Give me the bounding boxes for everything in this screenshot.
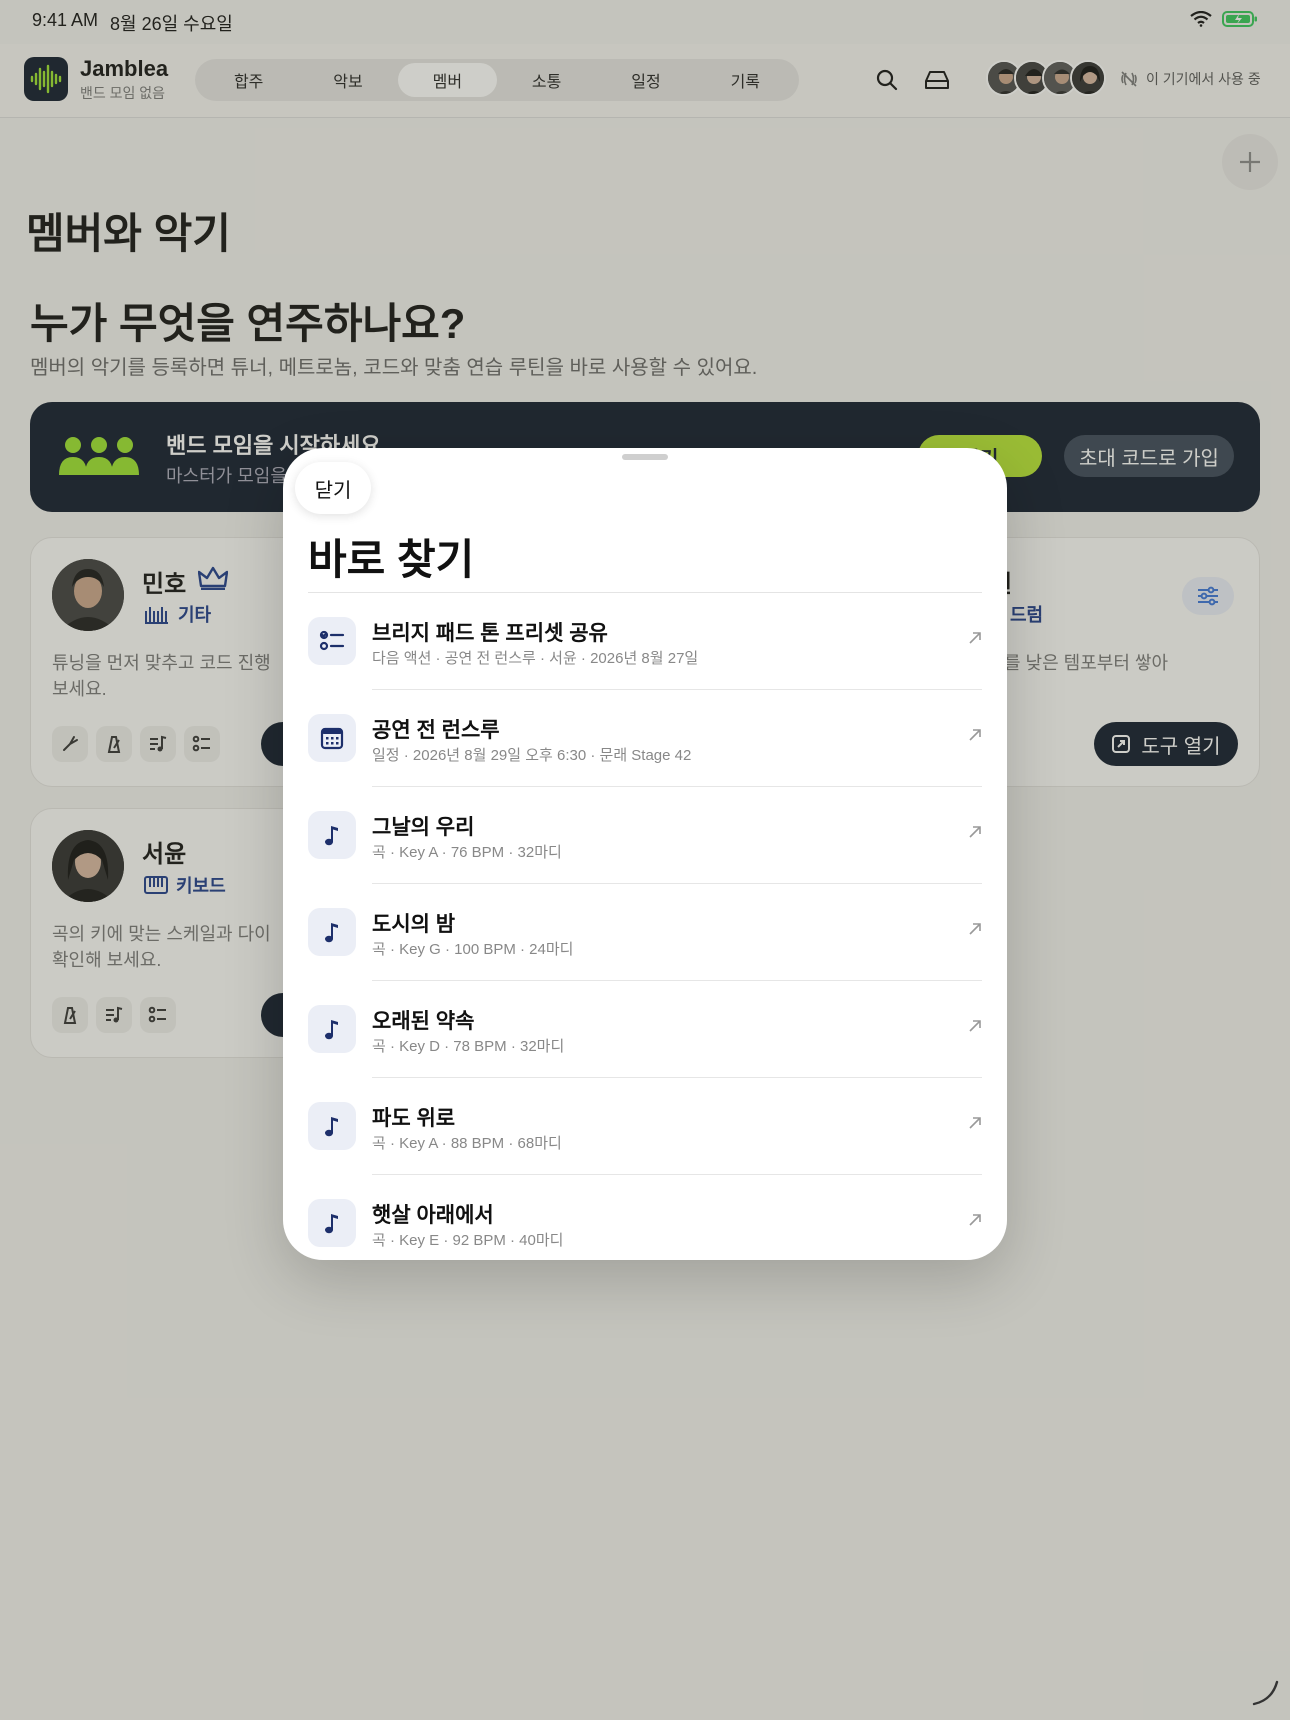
item-subtitle: 곡 · Key E · 92 BPM · 40마디 bbox=[372, 1232, 564, 1249]
arrow-up-right-icon bbox=[968, 825, 982, 844]
music-note-icon bbox=[308, 1199, 356, 1247]
arrow-up-right-icon bbox=[968, 728, 982, 747]
arrow-up-right-icon bbox=[968, 1019, 982, 1038]
arrow-up-right-icon bbox=[968, 922, 982, 941]
close-button[interactable]: 닫기 bbox=[295, 462, 371, 514]
item-title: 도시의 밤 bbox=[372, 913, 456, 936]
checklist-icon bbox=[308, 617, 356, 665]
item-title: 파도 위로 bbox=[372, 1107, 456, 1130]
arrow-up-right-icon bbox=[968, 1213, 982, 1232]
calendar-icon bbox=[308, 714, 356, 762]
list-item[interactable]: 햇살 아래에서 곡 · Key E · 92 BPM · 40마디 bbox=[308, 1175, 982, 1260]
list-item[interactable]: 브리지 패드 톤 프리셋 공유 다음 액션 · 공연 전 런스루 · 서윤 · … bbox=[308, 593, 982, 690]
item-subtitle: 곡 · Key A · 88 BPM · 68마디 bbox=[372, 1135, 562, 1152]
list-item[interactable]: 그날의 우리 곡 · Key A · 76 BPM · 32마디 bbox=[308, 787, 982, 884]
item-subtitle: 다음 액션 · 공연 전 런스루 · 서윤 · 2026년 8월 27일 bbox=[372, 650, 699, 667]
list-item[interactable]: 공연 전 런스루 일정 · 2026년 8월 29일 오후 6:30 · 문래 … bbox=[308, 690, 982, 787]
item-title: 브리지 패드 톤 프리셋 공유 bbox=[372, 622, 608, 645]
sheet-title: 바로 찾기 bbox=[308, 536, 475, 583]
item-title: 햇살 아래에서 bbox=[372, 1204, 494, 1227]
arrow-up-right-icon bbox=[968, 1116, 982, 1135]
list-item[interactable]: 파도 위로 곡 · Key A · 88 BPM · 68마디 bbox=[308, 1078, 982, 1175]
item-title: 그날의 우리 bbox=[372, 816, 475, 839]
sheet-grabber[interactable] bbox=[622, 454, 668, 460]
item-title: 오래된 약속 bbox=[372, 1010, 475, 1033]
list-item[interactable]: 오래된 약속 곡 · Key D · 78 BPM · 32마디 bbox=[308, 981, 982, 1078]
item-title: 공연 전 런스루 bbox=[372, 719, 500, 742]
resize-handle[interactable] bbox=[1250, 1676, 1280, 1711]
item-subtitle: 일정 · 2026년 8월 29일 오후 6:30 · 문래 Stage 42 bbox=[372, 747, 692, 764]
item-subtitle: 곡 · Key G · 100 BPM · 24마디 bbox=[372, 941, 574, 958]
music-note-icon bbox=[308, 1005, 356, 1053]
item-subtitle: 곡 · Key A · 76 BPM · 32마디 bbox=[372, 844, 562, 861]
music-note-icon bbox=[308, 1102, 356, 1150]
list-item[interactable]: 도시의 밤 곡 · Key G · 100 BPM · 24마디 bbox=[308, 884, 982, 981]
music-note-icon bbox=[308, 811, 356, 859]
quick-find-sheet: 닫기 바로 찾기 브리지 패드 톤 프리셋 공유 다음 액션 · 공연 전 런스… bbox=[283, 448, 1007, 1260]
music-note-icon bbox=[308, 908, 356, 956]
arrow-up-right-icon bbox=[968, 631, 982, 650]
item-subtitle: 곡 · Key D · 78 BPM · 32마디 bbox=[372, 1038, 565, 1055]
